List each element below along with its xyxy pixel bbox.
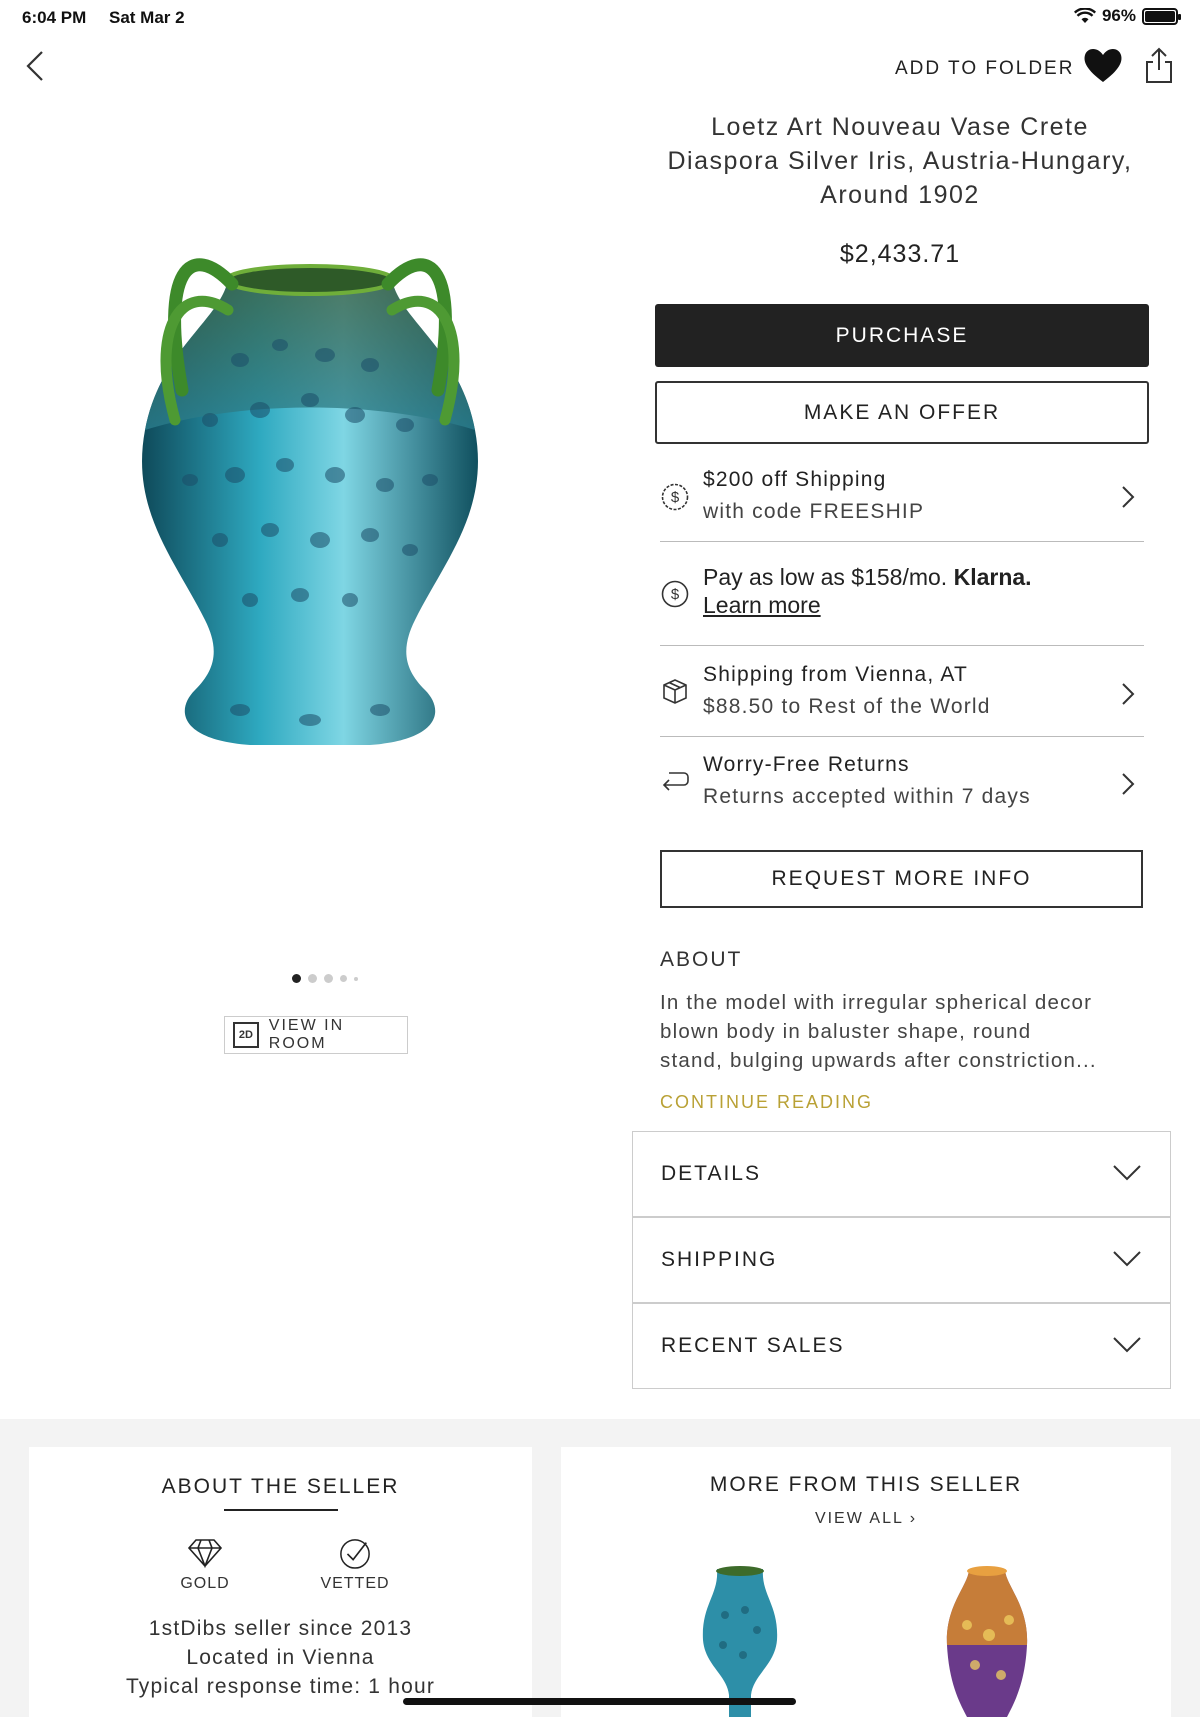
pagination-dot[interactable] [354,976,358,981]
view-in-room-label: VIEW IN ROOM [268,1017,345,1052]
pagination-dot[interactable] [292,974,301,983]
about-seller-heading: ABOUT THE SELLER [161,1475,400,1498]
shipping-cost: $88.50 to Rest of the World [703,695,991,718]
wifi-icon [1073,8,1096,23]
gold-badge: GOLD [155,1537,255,1593]
accordion-label: SHIPPING [661,1248,778,1271]
pagination-dot[interactable] [308,974,317,983]
status-right: 96% [1073,6,1181,26]
pagination-dot[interactable] [324,974,333,983]
more-from-seller-card: MORE FROM THIS SELLER VIEW ALL › [561,1447,1171,1717]
shipping-promo-row[interactable]: $ $200 off Shipping with code FREESHIP [660,458,1144,542]
shipping-promo-title: $200 off Shipping [703,468,887,491]
vetted-label: VETTED [320,1575,390,1592]
home-indicator[interactable] [403,1698,796,1705]
about-description: In the model with irregular spherical de… [660,988,1160,1075]
status-time: 6:04 PM [22,8,87,27]
product-title: Loetz Art Nouveau Vase Crete Diaspora Si… [650,110,1150,212]
more-from-seller-heading: MORE FROM THIS SELLER [709,1473,1023,1496]
continue-reading-link[interactable]: CONTINUE READING [660,1092,873,1113]
product-title-line: Loetz Art Nouveau Vase Crete [711,113,1089,141]
accordion-recent-sales[interactable]: RECENT SALES [632,1303,1171,1389]
shipping-origin: Shipping from Vienna, AT [703,663,968,686]
make-offer-button[interactable]: MAKE AN OFFER [655,381,1149,444]
view-in-room-button[interactable]: 2D VIEW IN ROOM [224,1016,408,1054]
about-line: stand, bulging upwards after constrictio… [660,1049,1097,1072]
chevron-right-icon [1122,486,1135,508]
product-image-vase[interactable] [120,240,500,820]
request-more-info-button[interactable]: REQUEST MORE INFO [660,850,1143,908]
shipping-promo-code: with code FREESHIP [703,500,925,523]
view-all-label: VIEW ALL [814,1510,904,1527]
status-date: Sat Mar 2 [109,8,185,27]
product-title-line: Diaspora Silver Iris, Austria-Hungary, [667,147,1133,175]
battery-icon [1142,7,1181,25]
product-thumbnail[interactable] [695,1565,785,1717]
share-icon[interactable] [1144,46,1174,84]
accordion-label: RECENT SALES [661,1334,845,1357]
seller-response-time: Typical response time: 1 hour [125,1675,436,1698]
klarna-offer: Pay as low as $158/mo. [703,564,948,590]
chevron-right-icon: › [909,1510,918,1527]
chevron-right-icon [1122,683,1135,705]
product-title-line: Around 1902 [820,181,980,209]
vetted-badge: VETTED [305,1537,405,1593]
returns-row[interactable]: Worry-Free Returns Returns accepted with… [660,737,1144,823]
chevron-down-icon [1113,1337,1141,1353]
accordion-details[interactable]: DETAILS [632,1131,1171,1217]
return-icon [662,772,689,791]
purchase-button[interactable]: PURCHASE [655,304,1149,367]
chevron-down-icon [1113,1165,1141,1181]
diamond-icon [187,1539,223,1569]
klarna-row: $ Pay as low as $158/mo. Klarna. Learn m… [660,542,1144,646]
view-in-room-2d-icon: 2D [233,1022,259,1048]
status-bar: 6:04 PM Sat Mar 2 96% [0,0,1200,34]
accordion-shipping[interactable]: SHIPPING [632,1217,1171,1303]
box-icon [663,679,687,704]
dollar-icon: $ [661,580,689,608]
view-all-link[interactable]: VIEW ALL › [561,1510,1171,1528]
returns-policy: Returns accepted within 7 days [703,785,1031,808]
product-price: $2,433.71 [839,240,961,268]
product-thumbnail[interactable] [939,1565,1035,1717]
returns-title: Worry-Free Returns [703,753,910,776]
about-seller-card: ABOUT THE SELLER GOLD VETTED 1stDibs sel… [29,1447,532,1717]
klarna-logo: Klarna. [953,564,1032,590]
seller-location: Located in Vienna [186,1646,375,1669]
svg-text:$: $ [671,586,680,603]
back-icon[interactable] [22,46,52,86]
about-line: blown body in baluster shape, round [660,1020,1032,1043]
image-pagination-dots[interactable] [292,974,358,983]
about-heading: ABOUT [660,948,743,971]
pagination-dot[interactable] [340,975,347,982]
chevron-right-icon [1122,773,1135,795]
about-line: In the model with irregular spherical de… [660,991,1093,1014]
add-to-folder-button[interactable]: ADD TO FOLDER [895,58,1074,80]
heart-icon[interactable] [1083,46,1123,84]
chevron-down-icon [1113,1251,1141,1267]
svg-text:$: $ [671,489,680,506]
check-circle-icon [340,1539,370,1569]
shipping-from-row[interactable]: Shipping from Vienna, AT $88.50 to Rest … [660,646,1144,737]
battery-percent: 96% [1101,6,1136,25]
klarna-learn-more-link[interactable]: Learn more [703,592,821,619]
seller-since: 1stDibs seller since 2013 [148,1617,413,1640]
klarna-text: Pay as low as $158/mo. Klarna. [703,564,1032,591]
heading-divider [224,1509,338,1511]
gold-label: GOLD [180,1575,230,1592]
accordion-label: DETAILS [661,1162,761,1185]
dollar-icon: $ [661,483,689,511]
